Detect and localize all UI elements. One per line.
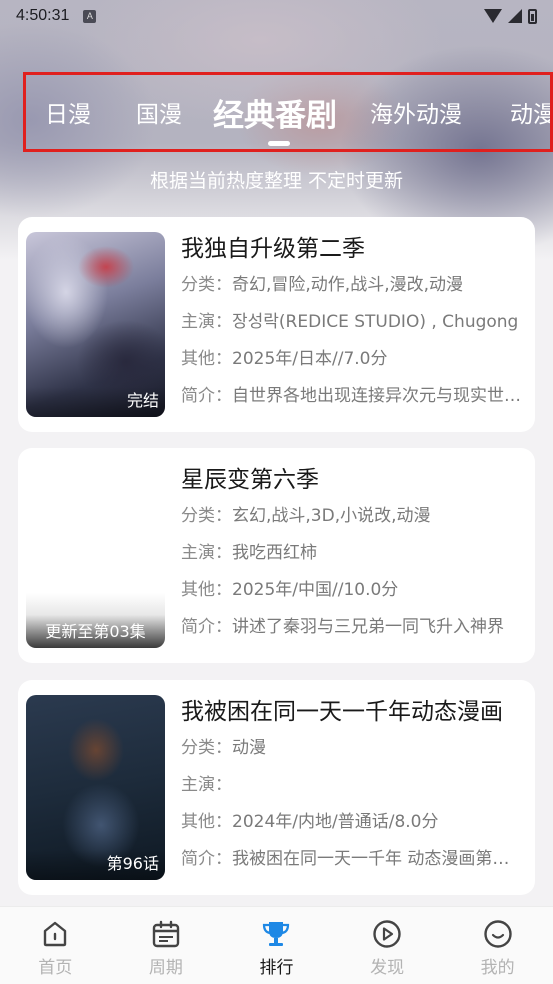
ranking-subtitle: 根据当前热度整理 不定时更新 xyxy=(149,170,404,192)
other-row: 其他： 2025年/日本//7.0分 xyxy=(181,341,526,378)
intro-row: 简介： 我被困在同一天一千年 动态漫画第一季 xyxy=(181,841,526,878)
item-info: 星辰变第六季 分类： 玄幻,战斗,3D,小说改,动漫 主演： 我吃西红柿 其他： 20… xyxy=(181,462,526,646)
nav-label: 发现 xyxy=(370,958,405,978)
notification-icon: A xyxy=(83,9,97,23)
cast-value: 我吃西红柿 xyxy=(232,543,317,563)
category-value: 奇幻,冒险,动作,战斗,漫改,动漫 xyxy=(232,275,464,295)
intro-value: 自世界各地出现连接异次元与现实世界的通道 xyxy=(232,386,526,406)
category-label: 分类： xyxy=(181,275,232,295)
category-label: 分类： xyxy=(181,738,232,758)
nav-schedule[interactable]: 周期 xyxy=(111,907,222,984)
intro-label: 简介： xyxy=(181,849,232,869)
nav-profile[interactable]: 我的 xyxy=(442,907,553,984)
intro-label: 简介： xyxy=(181,386,232,406)
cast-row: 主演： 我吃西红柿 xyxy=(181,535,526,572)
other-value: 2024年/内地/普通话/8.0分 xyxy=(232,812,439,832)
smile-icon xyxy=(483,919,513,949)
other-row: 其他： 2024年/内地/普通话/8.0分 xyxy=(181,804,526,841)
tab-overseas-anime[interactable]: 海外动漫 xyxy=(370,75,462,149)
other-label: 其他： xyxy=(181,580,232,600)
item-title: 星辰变第六季 xyxy=(181,467,319,493)
poster-image[interactable]: 更新至第03集 xyxy=(26,463,165,648)
item-title: 我被困在同一天一千年动态漫画 xyxy=(181,699,503,725)
cast-value: 장성락(REDICE STUDIO) , Chugong xyxy=(232,312,519,332)
intro-row: 简介：自世界各地出现连接异次元与现实世界的通道 xyxy=(181,378,526,415)
category-row: 分类： 动漫 xyxy=(181,730,526,767)
calendar-icon xyxy=(151,919,181,949)
intro-value: 讲述了秦羽与三兄弟一同飞升入神界 xyxy=(232,617,504,637)
signal-icon xyxy=(508,9,522,23)
nav-label: 排行 xyxy=(259,958,294,978)
play-circle-icon xyxy=(372,919,402,949)
nav-label: 周期 xyxy=(148,958,183,978)
category-row: 分类： 玄幻,战斗,3D,小说改,动漫 xyxy=(181,498,526,535)
tab-anime[interactable]: 动漫 xyxy=(510,75,550,149)
tab-classic-series[interactable]: 经典番剧 xyxy=(213,75,337,149)
nav-label: 我的 xyxy=(480,958,515,978)
category-value: 玄幻,战斗,3D,小说改,动漫 xyxy=(232,506,431,526)
cast-label: 主演： xyxy=(181,775,232,795)
nav-home[interactable]: 首页 xyxy=(0,907,111,984)
status-indicators xyxy=(484,8,537,24)
tab-japanese-anime[interactable]: 日漫 xyxy=(45,75,91,149)
intro-value: 我被困在同一天一千年 动态漫画第一季 xyxy=(232,849,526,869)
status-time: 4:50:31 xyxy=(16,7,70,24)
other-label: 其他： xyxy=(181,349,232,369)
category-label: 分类： xyxy=(181,506,232,526)
intro-label: 简介： xyxy=(181,617,232,637)
battery-icon xyxy=(528,8,537,24)
other-row: 其他： 2025年/中国//10.0分 xyxy=(181,572,526,609)
cast-row: 主演： xyxy=(181,767,526,804)
list-item[interactable]: 更新至第03集 星辰变第六季 分类： 玄幻,战斗,3D,小说改,动漫 主演： 我吃西… xyxy=(18,448,535,663)
status-badge: 更新至第03集 xyxy=(45,622,146,641)
status-bar: 4:50:31 A xyxy=(0,0,553,32)
status-badge: 第96话 xyxy=(26,850,165,880)
other-value: 2025年/日本//7.0分 xyxy=(232,349,388,369)
cast-row: 主演： 장성락(REDICE STUDIO) , Chugong xyxy=(181,304,526,341)
item-info: 我独自升级第二季 分类： 奇幻,冒险,动作,战斗,漫改,动漫 主演： 장성락(RED… xyxy=(181,231,526,415)
tab-indicator xyxy=(268,141,290,146)
poster-image[interactable]: 第96话 xyxy=(26,695,165,880)
cast-label: 主演： xyxy=(181,543,232,563)
other-label: 其他： xyxy=(181,812,232,832)
other-value: 2025年/中国//10.0分 xyxy=(232,580,399,600)
poster-image[interactable]: 完结 xyxy=(26,232,165,417)
intro-row: 简介： 讲述了秦羽与三兄弟一同飞升入神界 xyxy=(181,609,526,646)
nav-label: 首页 xyxy=(38,958,73,978)
list-item[interactable]: 第96话 我被困在同一天一千年动态漫画 分类： 动漫 主演： 其他： 2024年/内… xyxy=(18,680,535,895)
home-icon xyxy=(40,919,70,949)
category-row: 分类： 奇幻,冒险,动作,战斗,漫改,动漫 xyxy=(181,267,526,304)
category-value: 动漫 xyxy=(232,738,266,758)
nav-discover[interactable]: 发现 xyxy=(332,907,443,984)
category-tabs: 日漫 国漫 经典番剧 海外动漫 动漫 xyxy=(23,72,553,152)
item-title: 我独自升级第二季 xyxy=(181,236,365,262)
wifi-icon xyxy=(484,9,502,23)
trophy-icon xyxy=(261,919,291,949)
item-info: 我被困在同一天一千年动态漫画 分类： 动漫 主演： 其他： 2024年/内地/普通话… xyxy=(181,694,526,878)
cast-label: 主演： xyxy=(181,312,232,332)
tab-chinese-anime[interactable]: 国漫 xyxy=(136,75,182,149)
bottom-navigation: 首页 周期 排行 发现 我的 xyxy=(0,906,553,984)
status-badge: 完结 xyxy=(26,387,165,417)
nav-ranking[interactable]: 排行 xyxy=(221,907,332,984)
list-item[interactable]: 完结 我独自升级第二季 分类： 奇幻,冒险,动作,战斗,漫改,动漫 主演： 장성락(… xyxy=(18,217,535,432)
